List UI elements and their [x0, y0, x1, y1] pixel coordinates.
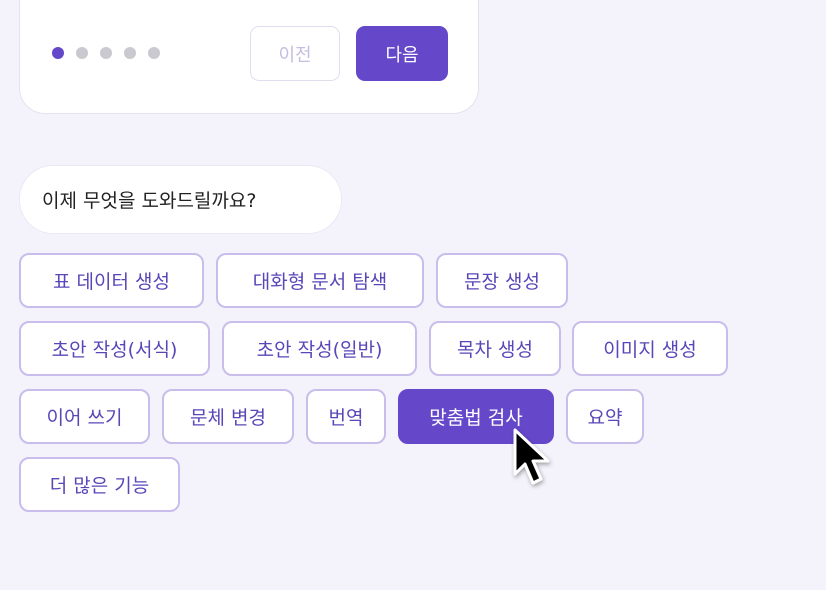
chip-continue-writing[interactable]: 이어 쓰기: [19, 389, 150, 444]
chip-document-explore[interactable]: 대화형 문서 탐색: [216, 253, 424, 308]
chip-label: 요약: [587, 407, 623, 429]
assistant-prompt-text: 이제 무엇을 도와드릴까요?: [42, 190, 257, 212]
chip-table-data[interactable]: 표 데이터 생성: [19, 253, 204, 308]
chip-sentence-gen[interactable]: 문장 생성: [436, 253, 568, 308]
assistant-prompt-bubble: 이제 무엇을 도와드릴까요?: [19, 165, 342, 234]
chip-label: 이미지 생성: [603, 339, 697, 361]
chip-label: 표 데이터 생성: [53, 271, 170, 293]
pager-dot-2[interactable]: [76, 47, 88, 59]
chip-translate[interactable]: 번역: [306, 389, 386, 444]
chip-label: 초안 작성(서식): [51, 339, 178, 361]
pager-dot-1[interactable]: [52, 47, 64, 59]
chip-image-gen[interactable]: 이미지 생성: [572, 321, 728, 376]
next-button[interactable]: 다음: [356, 26, 448, 81]
pager-dot-5[interactable]: [148, 47, 160, 59]
chip-draft-general[interactable]: 초안 작성(일반): [222, 321, 417, 376]
pager-dots: [52, 47, 160, 59]
chip-more-features[interactable]: 더 많은 기능: [19, 457, 180, 512]
chip-label: 대화형 문서 탐색: [252, 271, 388, 293]
chip-summary[interactable]: 요약: [566, 389, 644, 444]
chip-label: 목차 생성: [457, 339, 533, 361]
chip-label: 문체 변경: [190, 407, 266, 429]
chip-label: 더 많은 기능: [49, 475, 150, 497]
chip-label: 번역: [328, 407, 364, 429]
chip-toc-gen[interactable]: 목차 생성: [429, 321, 561, 376]
chip-label: 초안 작성(일반): [256, 339, 383, 361]
chip-label: 맞춤법 검사: [429, 407, 523, 429]
prev-button[interactable]: 이전: [250, 26, 340, 81]
chip-style-change[interactable]: 문체 변경: [162, 389, 294, 444]
pager-dot-3[interactable]: [100, 47, 112, 59]
chip-draft-format[interactable]: 초안 작성(서식): [19, 321, 210, 376]
chip-label: 이어 쓰기: [46, 407, 123, 429]
chip-label: 문장 생성: [464, 271, 540, 293]
pager-dot-4[interactable]: [124, 47, 136, 59]
mouse-pointer-icon: [513, 428, 550, 485]
